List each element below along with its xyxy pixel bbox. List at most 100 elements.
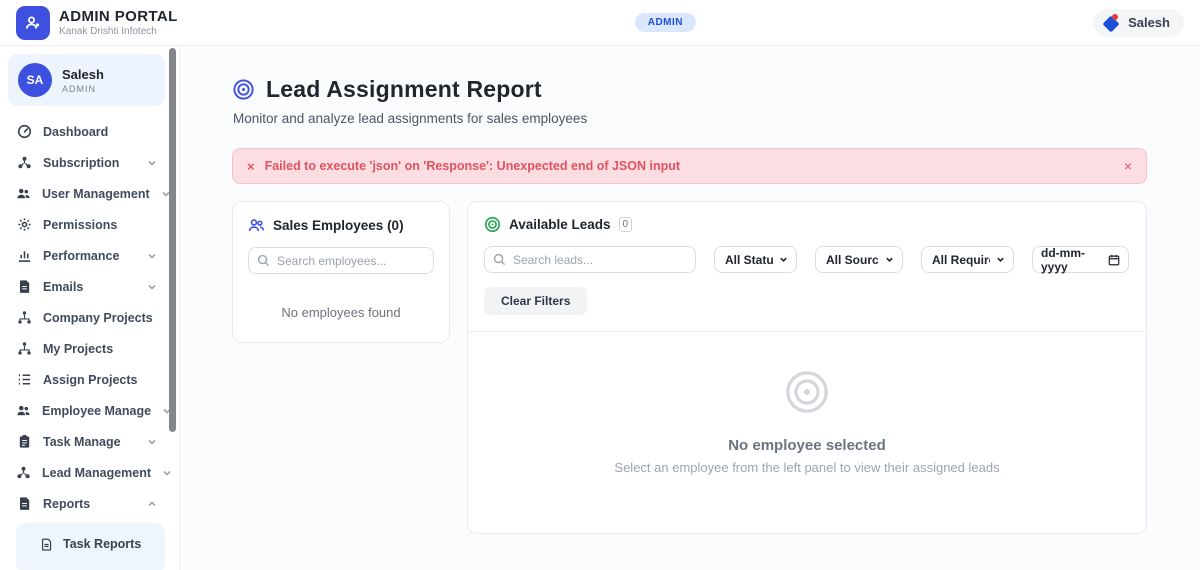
sidebar-item-label: Performance [43,249,119,263]
sidebar-item-performance[interactable]: Performance [8,240,165,271]
employee-search-input[interactable] [248,247,434,274]
sitemap-icon [16,310,32,326]
error-message: Failed to execute 'json' on 'Response': … [265,159,1114,173]
brand-subtitle: Kanak Drishti Infotech [59,26,178,37]
sidebar: SA Salesh ADMIN Dashboard Subscription U… [0,46,180,570]
gauge-icon [16,124,32,140]
leads-empty-state: No employee selected Select an employee … [468,332,1146,533]
sidebar-item-label: Permissions [43,218,117,232]
sidebar-item-task-reports[interactable]: Task Reports [16,533,165,555]
sales-employees-panel: Sales Employees (0) No employees found [232,201,450,343]
brand: ADMIN PORTAL Kanak Drishti Infotech [16,6,178,40]
status-filter-select[interactable]: All Status [714,246,797,273]
leads-icon [16,465,31,481]
sidebar-scrollbar[interactable] [169,48,176,432]
profile-name: Salesh [62,67,104,82]
error-icon: × [247,159,255,174]
chevron-down-icon [779,255,788,264]
sidebar-profile-card[interactable]: SA Salesh ADMIN [8,54,165,106]
sidebar-item-permissions[interactable]: Permissions [8,209,165,240]
sidebar-item-label: My Projects [43,342,113,356]
sidebar-item-reports[interactable]: Reports [8,488,165,519]
sidebar-item-label: Reports [43,497,90,511]
leads-search-input[interactable] [484,246,696,273]
sidebar-item-dashboard[interactable]: Dashboard [8,116,165,147]
leads-empty-title: No employee selected [468,437,1146,454]
sidebar-item-label: Lead Management [42,466,151,480]
page-title: Lead Assignment Report [266,76,542,103]
sidebar-item-emails[interactable]: Emails [8,271,165,302]
bullseye-icon [232,78,255,101]
sidebar-item-label: Assign Projects [43,373,137,387]
sidebar-item-label: Dashboard [43,125,108,139]
sidebar-item-assign-projects[interactable]: Assign Projects [8,364,165,395]
reports-submenu: Task Reports [16,523,165,570]
leads-count-badge: 0 [619,217,633,232]
sidebar-item-label: Company Projects [43,311,153,325]
sidebar-item-my-projects[interactable]: My Projects [8,333,165,364]
available-leads-panel: Available Leads 0 All Status [467,201,1147,534]
clipboard-icon [16,434,32,450]
sources-filter-select[interactable]: All Sources [815,246,903,273]
users-icon [248,217,265,234]
sidebar-item-label: Emails [43,280,83,294]
chevron-down-icon [147,251,157,261]
leads-empty-subtitle: Select an employee from the left panel t… [468,460,1146,475]
company-logo-icon [1102,14,1120,32]
sidebar-item-label: Task Reports [63,537,141,551]
leads-panel-title: Available Leads [509,217,611,232]
date-filter-input[interactable]: dd-mm-yyyy [1032,246,1129,273]
brand-text: ADMIN PORTAL Kanak Drishti Infotech [59,8,178,37]
sidebar-item-company-projects[interactable]: Company Projects [8,302,165,333]
sources-filter-value: All Sources [826,253,879,267]
chevron-down-icon [996,255,1005,264]
requirements-filter-value: All Requirements [932,253,990,267]
sidebar-item-lead-management[interactable]: Lead Management [8,457,165,488]
profile-text: Salesh ADMIN [62,67,104,94]
sidebar-item-label: Subscription [43,156,119,170]
chevron-down-icon [885,255,894,264]
bullseye-icon [484,216,501,233]
admin-portal-logo-icon [16,6,50,40]
file-icon [16,496,32,512]
search-icon [257,254,270,267]
chevron-down-icon [147,437,157,447]
calendar-icon [1108,254,1120,266]
sidebar-item-task-manage[interactable]: Task Manage [8,426,165,457]
list-icon [16,372,32,388]
error-close-button[interactable]: × [1124,158,1132,174]
employees-empty-text: No employees found [248,305,434,320]
sidebar-item-label: User Management [42,187,150,201]
chevron-down-icon [162,468,172,478]
sidebar-item-label: Employee Manage [42,404,151,418]
requirements-filter-select[interactable]: All Requirements [921,246,1014,273]
clear-filters-button[interactable]: Clear Filters [484,287,587,315]
chevron-up-icon [147,499,157,509]
profile-role: ADMIN [62,84,104,94]
top-header: ADMIN PORTAL Kanak Drishti Infotech ADMI… [0,0,1200,46]
main-content: Lead Assignment Report Monitor and analy… [180,46,1200,570]
subscription-icon [16,155,32,171]
search-icon [493,253,506,266]
employees-panel-title: Sales Employees (0) [273,218,404,233]
error-banner: × Failed to execute 'json' on 'Response'… [232,148,1147,184]
sidebar-item-employee-manage[interactable]: Employee Manage [8,395,165,426]
users-icon [16,186,31,202]
admin-role-badge: ADMIN [635,13,696,32]
sidebar-item-label: Task Manage [43,435,121,449]
avatar: SA [18,63,52,97]
sitemap-icon [16,341,32,357]
header-user-name: Salesh [1128,15,1170,30]
users-icon [16,403,31,419]
sidebar-item-subscription[interactable]: Subscription [8,147,165,178]
header-user-menu[interactable]: Salesh [1093,9,1184,37]
bar-chart-icon [16,248,32,264]
sidebar-item-user-management[interactable]: User Management [8,178,165,209]
chevron-down-icon [147,158,157,168]
file-icon [38,536,54,552]
gear-icon [16,217,32,233]
status-filter-value: All Status [725,253,773,267]
brand-title: ADMIN PORTAL [59,8,178,25]
date-filter-value: dd-mm-yyyy [1041,246,1108,274]
bullseye-icon [784,369,830,415]
